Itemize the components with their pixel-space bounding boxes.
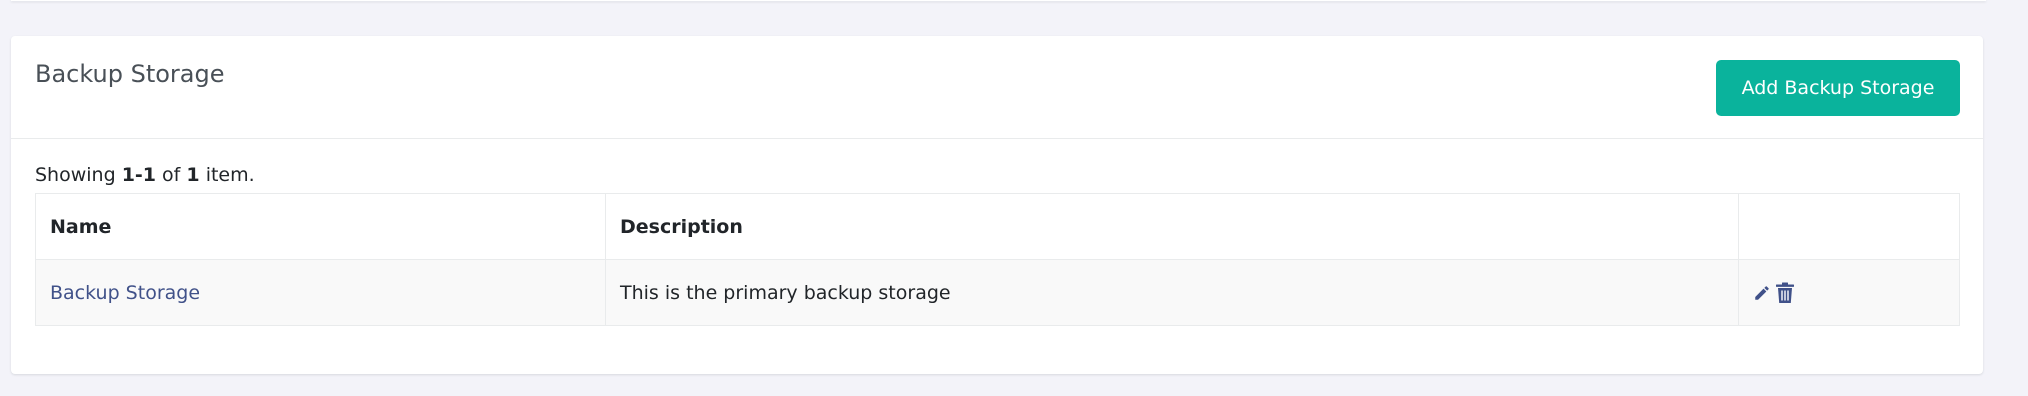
backup-storage-name-link[interactable]: Backup Storage: [50, 282, 200, 304]
row-actions: [1753, 282, 1945, 304]
table-row: Backup Storage This is the primary backu…: [35, 259, 1960, 326]
summary-total: 1: [186, 164, 200, 186]
card-title: Backup Storage: [35, 60, 225, 88]
trash-icon[interactable]: [1775, 282, 1795, 304]
summary-suffix: item.: [199, 164, 255, 186]
summary-prefix: Showing: [35, 164, 122, 186]
add-backup-storage-button[interactable]: Add Backup Storage: [1716, 60, 1960, 116]
column-header-description: Description: [605, 193, 1739, 260]
summary-middle: of: [156, 164, 187, 186]
backup-storage-card: Backup Storage Add Backup Storage Showin…: [11, 36, 1983, 374]
backup-storage-table: Name Description Backup Storage This is …: [35, 193, 1960, 326]
column-header-actions: [1738, 193, 1960, 260]
summary-range: 1-1: [121, 164, 157, 186]
column-header-name: Name: [35, 193, 606, 260]
results-summary: Showing 1-1 of 1 item.: [35, 164, 255, 186]
card-header: Backup Storage Add Backup Storage: [11, 36, 1983, 139]
cell-actions: [1738, 259, 1960, 326]
cell-description: This is the primary backup storage: [605, 259, 1739, 326]
cell-name: Backup Storage: [35, 259, 606, 326]
pencil-icon[interactable]: [1753, 284, 1771, 302]
table-header-row: Name Description: [35, 193, 1960, 260]
previous-card-edge: [11, 0, 1986, 1]
